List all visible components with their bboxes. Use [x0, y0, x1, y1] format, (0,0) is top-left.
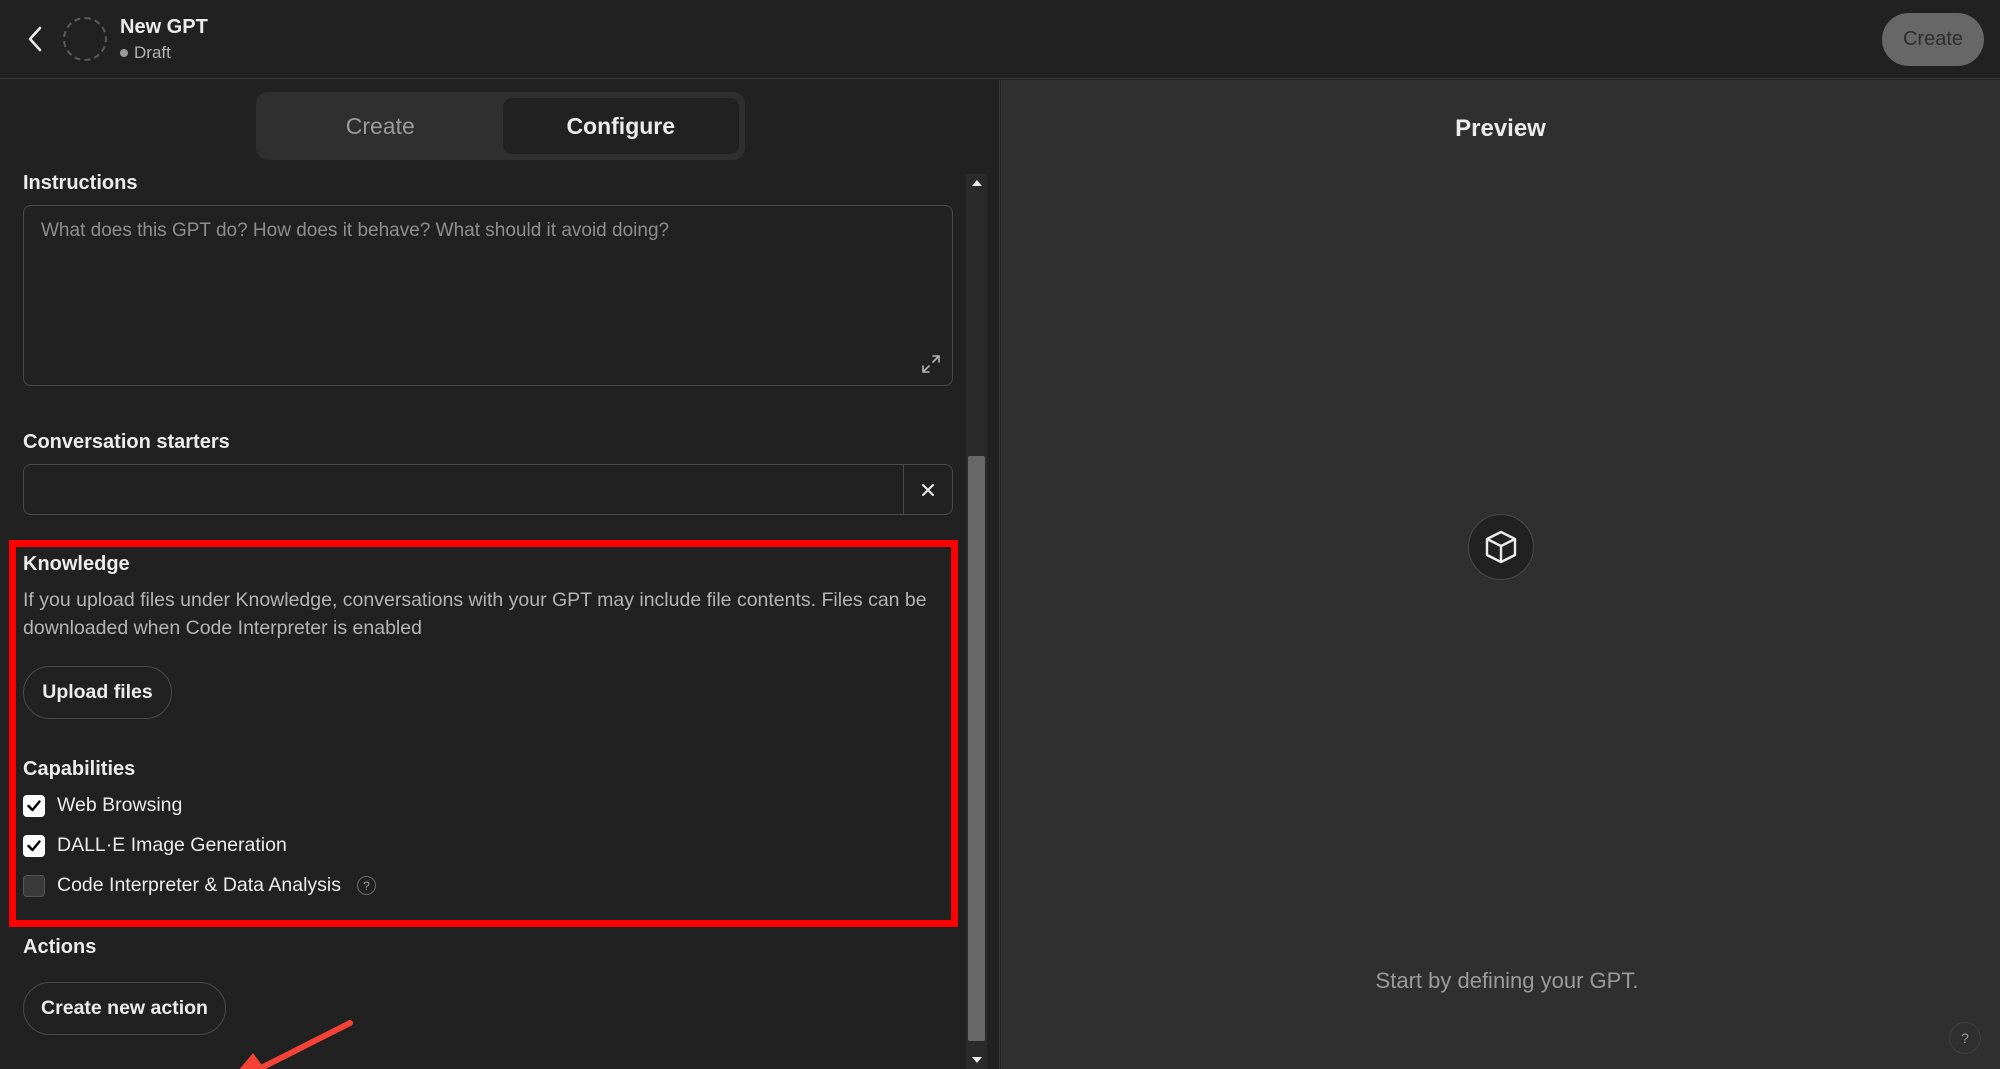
capability-code-interpreter[interactable]: Code Interpreter & Data Analysis ?: [23, 874, 376, 897]
back-button[interactable]: [18, 22, 52, 56]
configure-panel: Create Configure Instructions Conversati…: [0, 80, 1000, 1069]
mode-tabs: Create Configure: [256, 92, 745, 160]
code-interpreter-checkbox[interactable]: [23, 874, 45, 897]
create-gpt-button[interactable]: Create: [1882, 13, 1984, 66]
capability-dalle[interactable]: DALL·E Image Generation: [23, 834, 287, 857]
instructions-label: Instructions: [23, 172, 138, 194]
preview-empty-hint: Start by defining your GPT.: [1375, 968, 1639, 993]
knowledge-description: If you upload files under Knowledge, con…: [23, 589, 927, 639]
gpt-status: Draft: [120, 43, 171, 63]
annotation-arrow-icon: [239, 1020, 353, 1069]
preview-panel: Preview Start by defining your GPT. ?: [1001, 80, 2000, 1069]
help-button[interactable]: ?: [1949, 1022, 1981, 1054]
web-browsing-label: Web Browsing: [57, 794, 183, 816]
checkmark-icon: [27, 799, 41, 811]
actions-label: Actions: [23, 936, 97, 958]
scroll-up-icon: [971, 180, 982, 186]
preview-gpt-avatar: [1468, 514, 1534, 580]
instructions-input[interactable]: [24, 206, 952, 385]
tab-create[interactable]: Create: [262, 98, 499, 154]
status-dot: [120, 49, 128, 57]
scroll-up-button[interactable]: [966, 174, 987, 192]
back-chevron-icon: [28, 26, 42, 52]
scroll-thumb[interactable]: [968, 456, 985, 1041]
expand-icon[interactable]: [920, 353, 942, 375]
scroll-down-button[interactable]: [966, 1051, 987, 1069]
preview-title: Preview: [1455, 115, 1546, 142]
web-browsing-checkbox[interactable]: [23, 794, 45, 817]
knowledge-label: Knowledge: [23, 553, 130, 575]
status-label: Draft: [134, 43, 171, 62]
dalle-checkbox[interactable]: [23, 834, 45, 857]
top-bar: New GPT Draft Create: [0, 0, 2000, 79]
clear-starter-button[interactable]: [903, 465, 952, 514]
close-icon: [922, 483, 934, 496]
cube-icon: [1485, 530, 1517, 564]
capabilities-label: Capabilities: [23, 758, 136, 780]
create-new-action-button[interactable]: Create new action: [23, 982, 226, 1035]
instructions-field-wrapper: [23, 205, 953, 386]
scroll-down-icon: [971, 1057, 982, 1063]
scrollbar[interactable]: [966, 174, 987, 1069]
help-icon[interactable]: ?: [356, 876, 376, 895]
conversation-starters-label: Conversation starters: [23, 431, 230, 453]
conversation-starter-input[interactable]: [24, 465, 903, 514]
upload-files-button[interactable]: Upload files: [23, 666, 172, 719]
conversation-starter-field: [23, 464, 953, 515]
dalle-label: DALL·E Image Generation: [57, 834, 287, 856]
code-interpreter-label: Code Interpreter & Data Analysis: [57, 874, 341, 896]
gpt-avatar-placeholder[interactable]: [63, 17, 107, 61]
tab-configure[interactable]: Configure: [502, 98, 739, 154]
gpt-name: New GPT: [120, 16, 208, 38]
checkmark-icon: [27, 839, 41, 851]
capability-web-browsing[interactable]: Web Browsing: [23, 794, 182, 817]
